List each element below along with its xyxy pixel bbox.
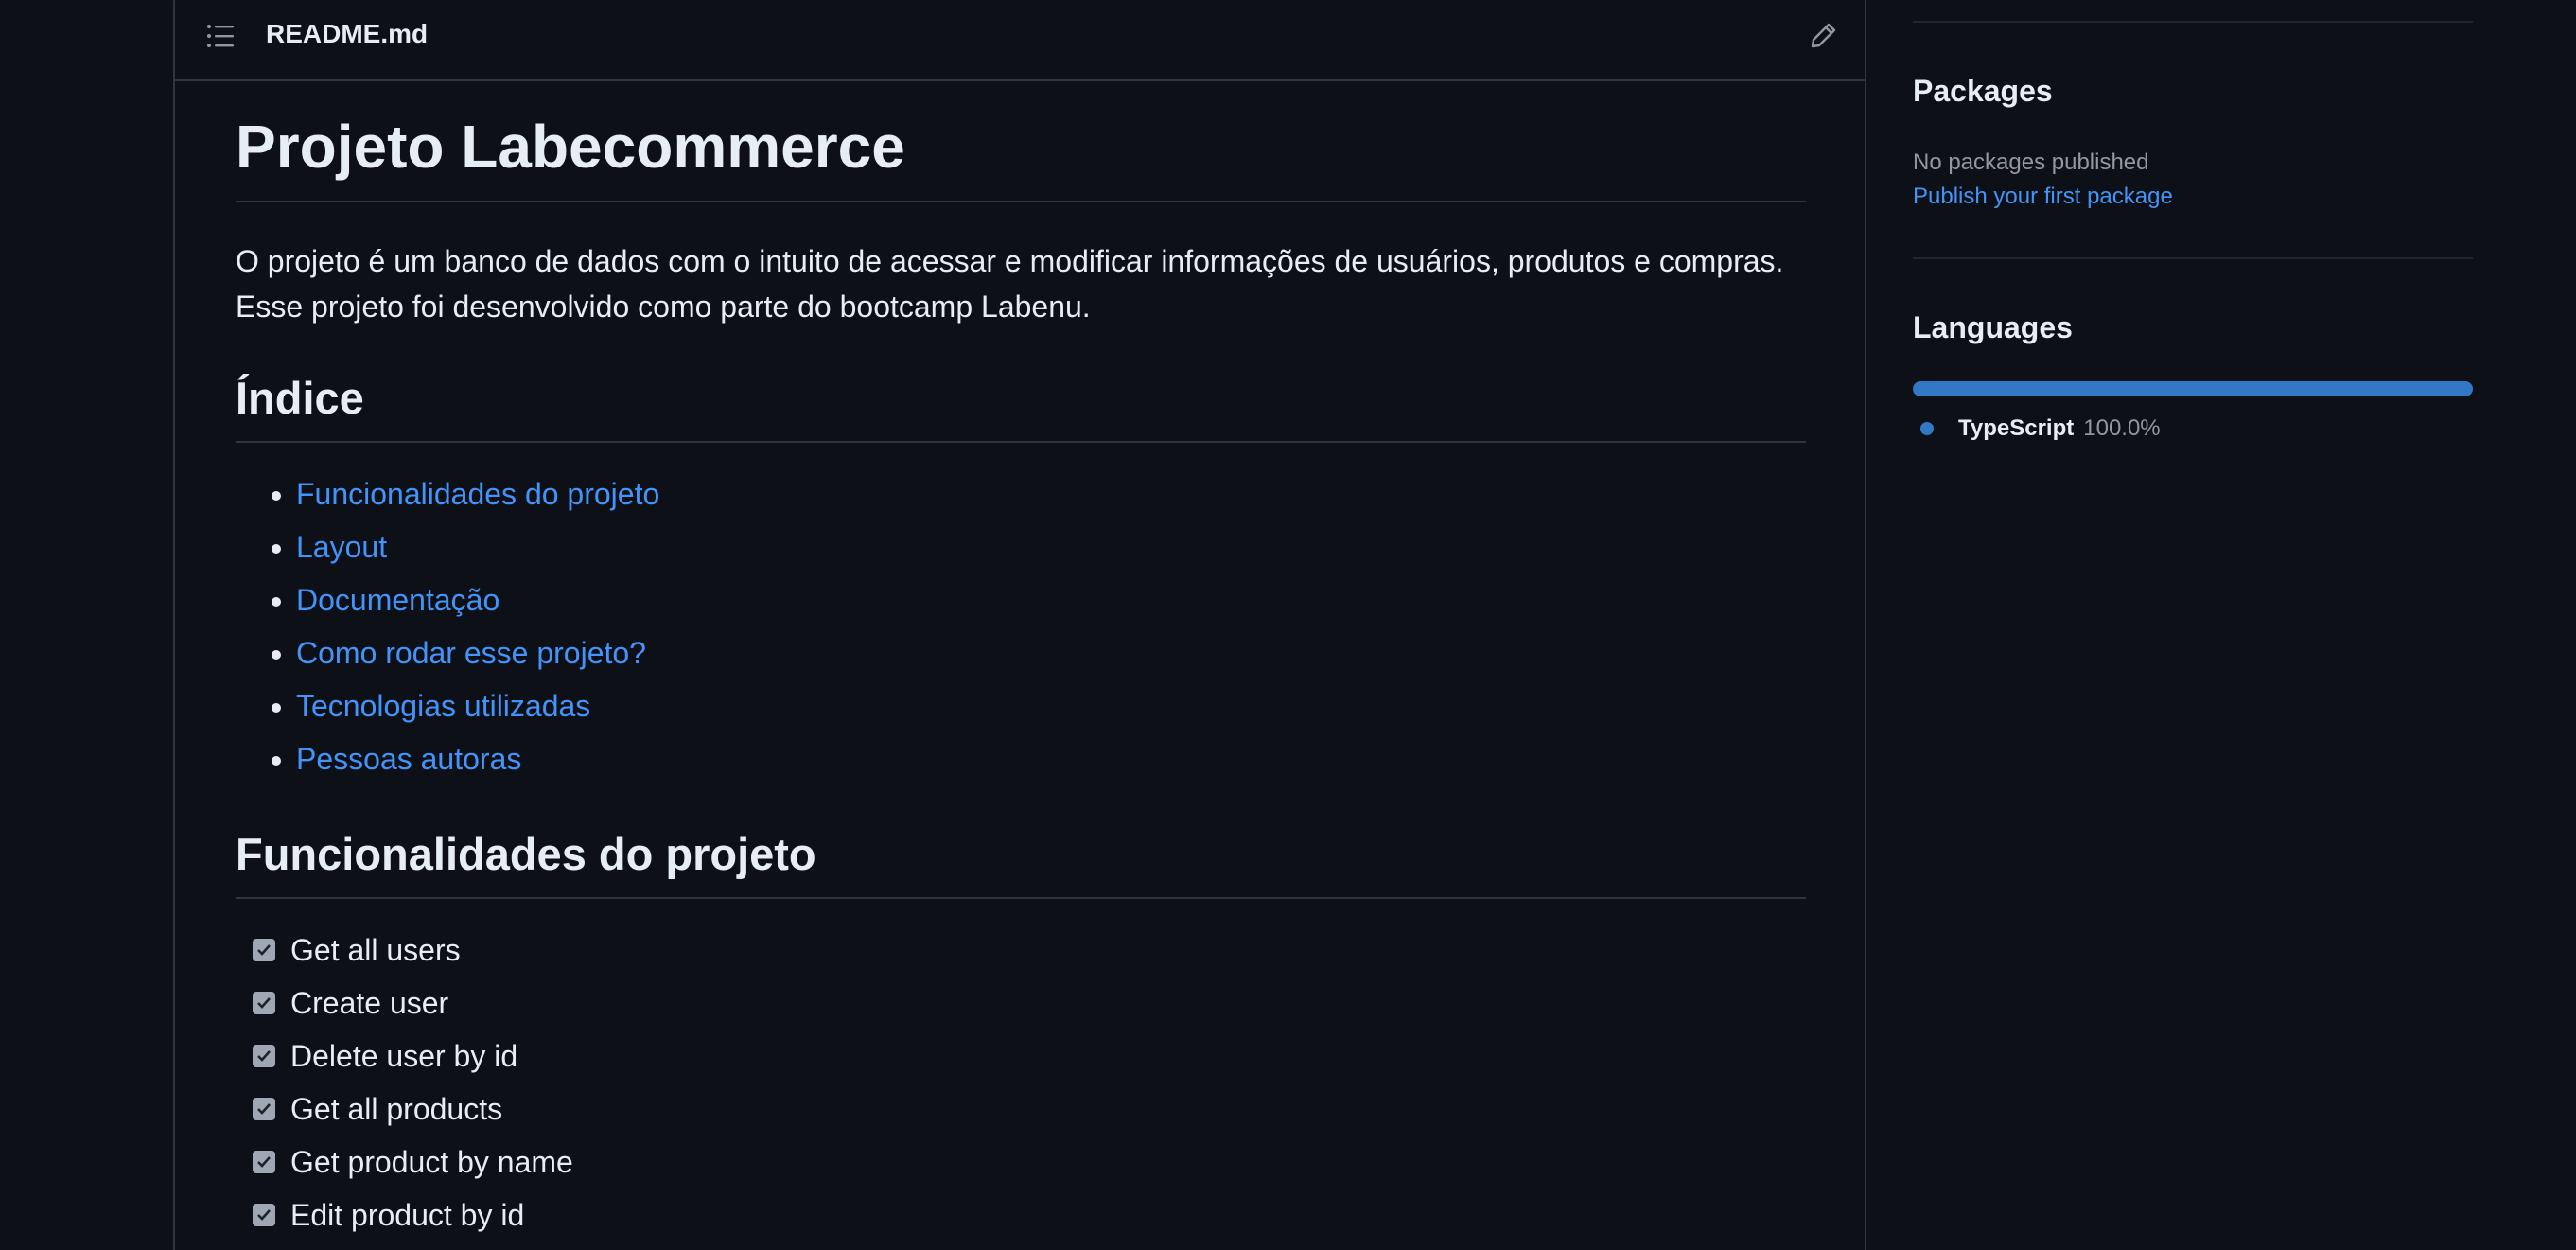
readme-header: README.md [175, 0, 1865, 81]
list-unordered-icon [207, 25, 234, 47]
readme-filename[interactable]: README.md [266, 19, 428, 49]
packages-empty-text: No packages published [1913, 150, 2149, 175]
list-item: Funcionalidades do projeto [296, 467, 1806, 520]
publish-package-link[interactable]: Publish your first package [1913, 184, 2173, 210]
index-heading: Índice [236, 369, 1806, 443]
language-item-typescript[interactable]: TypeScript 100.0% [1913, 415, 2161, 442]
readme-intro: O projeto é um banco de dados com o intu… [236, 244, 1784, 324]
features-heading: Funcionalidades do projeto [236, 825, 1806, 899]
list-item: Pessoas autoras [296, 732, 1806, 785]
index-link-funcionalidades[interactable]: Funcionalidades do projeto [296, 477, 659, 511]
index-link-layout[interactable]: Layout [296, 530, 387, 564]
list-item: Como rodar esse projeto? [296, 626, 1806, 679]
language-name: TypeScript [1958, 415, 2075, 441]
task-checkbox[interactable] [253, 1204, 275, 1226]
task-checkbox[interactable] [253, 1098, 275, 1120]
outline-button[interactable] [202, 17, 239, 55]
task-item: Get all users [253, 924, 1806, 977]
task-item: Create user [253, 977, 1806, 1030]
task-label: Delete user by id [290, 1039, 518, 1073]
task-label: Get all users [290, 933, 461, 967]
index-link-tecnologias[interactable]: Tecnologias utilizadas [296, 689, 590, 723]
task-label: Edit product by id [290, 1198, 525, 1232]
check-icon [257, 944, 271, 956]
pencil-icon [1811, 23, 1836, 48]
list-item: Layout [296, 520, 1806, 573]
task-label: Get all products [290, 1092, 503, 1126]
check-icon [257, 1050, 271, 1062]
language-color-dot [1920, 422, 1934, 435]
index-link-documentacao[interactable]: Documentação [296, 583, 499, 617]
index-link-como-rodar[interactable]: Como rodar esse projeto? [296, 636, 646, 670]
sidebar-divider [1913, 257, 2473, 259]
sidebar-divider [1913, 21, 2473, 23]
task-item: Get all products [253, 1083, 1806, 1136]
repository-page: README.md Projeto Labecommerce O projeto… [0, 0, 2576, 1250]
task-checkbox[interactable] [253, 1151, 275, 1173]
check-icon [257, 997, 271, 1009]
index-list: Funcionalidades do projeto Layout Docume… [236, 467, 1806, 785]
language-percent: 100.0% [2083, 415, 2161, 441]
readme-panel: README.md Projeto Labecommerce O projeto… [173, 0, 1866, 1250]
task-item: Delete user by id [253, 1030, 1806, 1083]
task-item: Edit product by id [253, 1188, 1806, 1241]
check-icon [257, 1103, 271, 1115]
index-link-pessoas-autoras[interactable]: Pessoas autoras [296, 742, 521, 776]
task-checkbox[interactable] [253, 1045, 275, 1067]
edit-file-button[interactable] [1802, 15, 1844, 57]
task-item: Get product by name [253, 1136, 1806, 1188]
check-icon [257, 1156, 271, 1168]
task-checkbox[interactable] [253, 939, 275, 961]
list-item: Documentação [296, 573, 1806, 626]
packages-heading[interactable]: Packages [1913, 74, 2053, 109]
languages-heading: Languages [1913, 310, 2073, 344]
readme-content: Projeto Labecommerce O projeto é um banc… [236, 81, 1806, 1241]
task-label: Create user [290, 986, 449, 1020]
features-task-list: Get all users Create user Delete user by… [236, 924, 1806, 1241]
readme-title: Projeto Labecommerce [236, 81, 1806, 202]
list-item: Tecnologias utilizadas [296, 679, 1806, 732]
language-progress-bar [1913, 381, 2473, 396]
check-icon [257, 1209, 271, 1221]
task-label: Get product by name [290, 1145, 573, 1179]
task-checkbox[interactable] [253, 992, 275, 1014]
